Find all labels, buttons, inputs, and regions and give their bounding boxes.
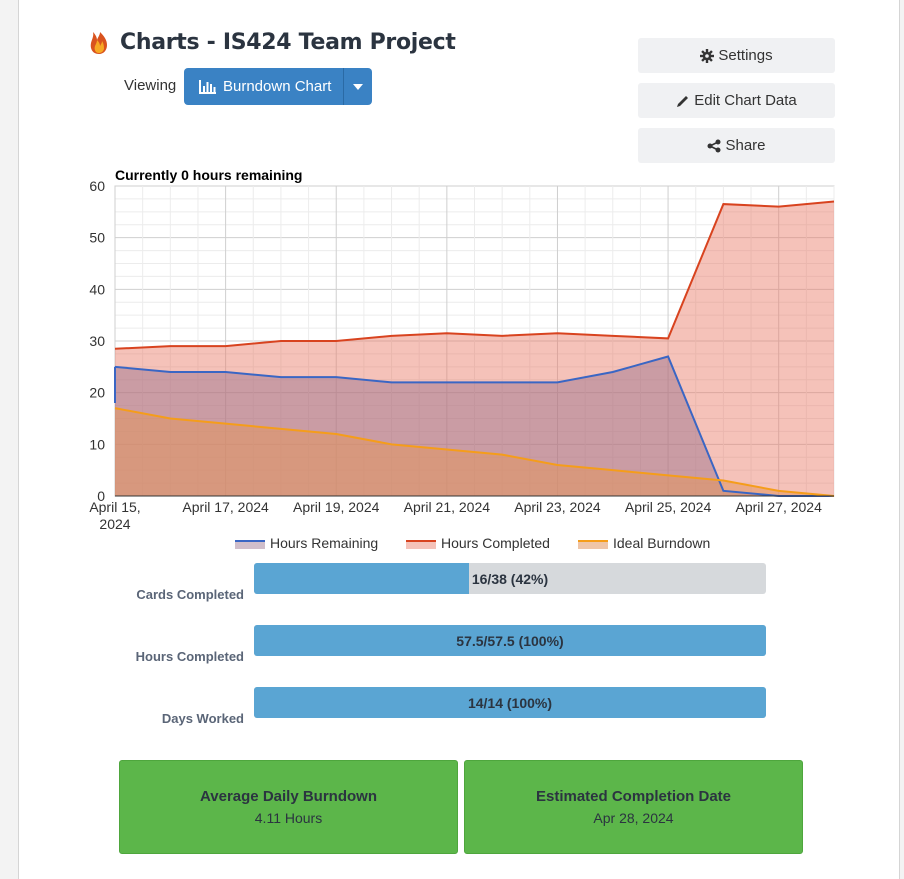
y-tick-label: 10 <box>89 436 105 452</box>
y-tick-label: 60 <box>89 178 105 194</box>
estimated-completion-card: Estimated Completion Date Apr 28, 2024 <box>464 760 803 854</box>
y-tick-label: 20 <box>89 385 105 401</box>
x-tick-label: April 17, 2024 <box>182 499 269 515</box>
legend-label: Hours Remaining <box>270 535 378 551</box>
hours-completed-text: 57.5/57.5 (100%) <box>456 632 564 649</box>
x-tick-label: April 27, 2024 <box>735 499 822 515</box>
cards-completed-bar: 16/38 (42%) <box>254 563 766 594</box>
cards-completed-text: 16/38 (42%) <box>471 570 549 587</box>
x-tick-label: April 15, <box>89 499 140 515</box>
days-worked-label: Days Worked <box>161 711 244 726</box>
y-tick-label: 40 <box>89 281 105 297</box>
y-tick-label: 30 <box>89 333 105 349</box>
cards-completed-label: Cards Completed <box>136 587 244 602</box>
days-worked-bar: 14/14 (100%) <box>254 687 766 718</box>
x-tick-label: 2024 <box>99 516 130 532</box>
hours-completed-bar: 57.5/57.5 (100%) <box>254 625 766 656</box>
estimated-completion-title: Estimated Completion Date <box>535 788 732 805</box>
legend-swatch <box>235 541 265 549</box>
legend-swatch <box>578 541 608 549</box>
average-daily-burndown-title: Average Daily Burndown <box>200 788 377 805</box>
legend-swatch <box>406 541 436 549</box>
y-tick-label: 50 <box>89 230 105 246</box>
x-tick-label: April 21, 2024 <box>404 499 491 515</box>
average-daily-burndown-value: 4.11 Hours <box>254 810 323 826</box>
burndown-chart: Currently 0 hours remaining 010203040506… <box>89 167 835 551</box>
chart-title: Currently 0 hours remaining <box>115 167 302 183</box>
hours-completed-label: Hours Completed <box>135 649 244 664</box>
x-tick-label: April 19, 2024 <box>293 499 380 515</box>
days-worked-text: 14/14 (100%) <box>467 694 553 711</box>
legend-label: Hours Completed <box>441 535 550 551</box>
average-daily-burndown-card: Average Daily Burndown 4.11 Hours <box>119 760 458 854</box>
estimated-completion-value: Apr 28, 2024 <box>593 810 674 826</box>
x-tick-label: April 23, 2024 <box>514 499 601 515</box>
x-tick-label: April 25, 2024 <box>625 499 712 515</box>
legend-label: Ideal Burndown <box>613 535 710 551</box>
